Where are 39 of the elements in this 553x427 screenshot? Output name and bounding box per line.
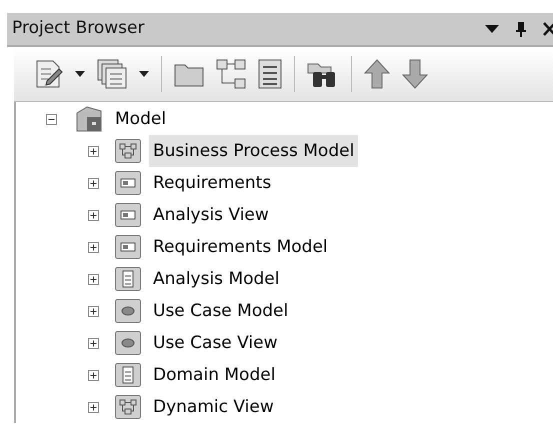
tree-item[interactable]: Model [111,103,170,135]
close-icon[interactable] [543,22,553,36]
tree-item[interactable]: Analysis View [149,199,273,231]
expand-icon[interactable] [88,242,99,252]
pin-icon[interactable] [515,21,527,37]
package-icon [115,235,141,259]
expand-icon[interactable] [88,370,99,380]
up-arrow-icon[interactable] [364,59,390,89]
collapse-icon[interactable] [46,114,57,124]
list-icon[interactable] [258,59,282,89]
tree-item[interactable]: Dynamic View [149,391,278,423]
down-arrow-icon[interactable] [402,59,428,89]
tree-item[interactable]: Use Case View [149,327,282,359]
panel-title: Project Browser [12,17,144,40]
expand-icon[interactable] [88,274,99,284]
expand-icon[interactable] [88,146,99,156]
tree-item[interactable]: Requirements Model [149,231,332,263]
diagram-icon [115,395,141,419]
hierarchy-icon[interactable] [216,59,246,89]
tree-item[interactable]: Business Process Model [149,135,358,167]
dropdown-icon[interactable] [485,25,499,33]
tree-item[interactable]: Requirements [149,167,276,199]
caret-icon[interactable] [75,71,85,77]
package-icon [115,171,141,195]
expand-icon[interactable] [88,178,99,188]
expand-icon[interactable] [88,402,99,412]
diagram-icon [115,139,141,163]
edit-document-icon[interactable] [35,59,63,89]
expand-icon[interactable] [88,306,99,316]
tree-item[interactable]: Domain Model [149,359,280,391]
caret-icon[interactable] [139,71,149,77]
expand-icon[interactable] [88,338,99,348]
copy-icon[interactable] [97,59,127,89]
tree-item[interactable]: Use Case Model [149,295,292,327]
package-icon [115,203,141,227]
tree-item[interactable]: Analysis Model [149,263,284,295]
expand-icon[interactable] [88,210,99,220]
list-icon [115,363,141,387]
list-icon [115,267,141,291]
